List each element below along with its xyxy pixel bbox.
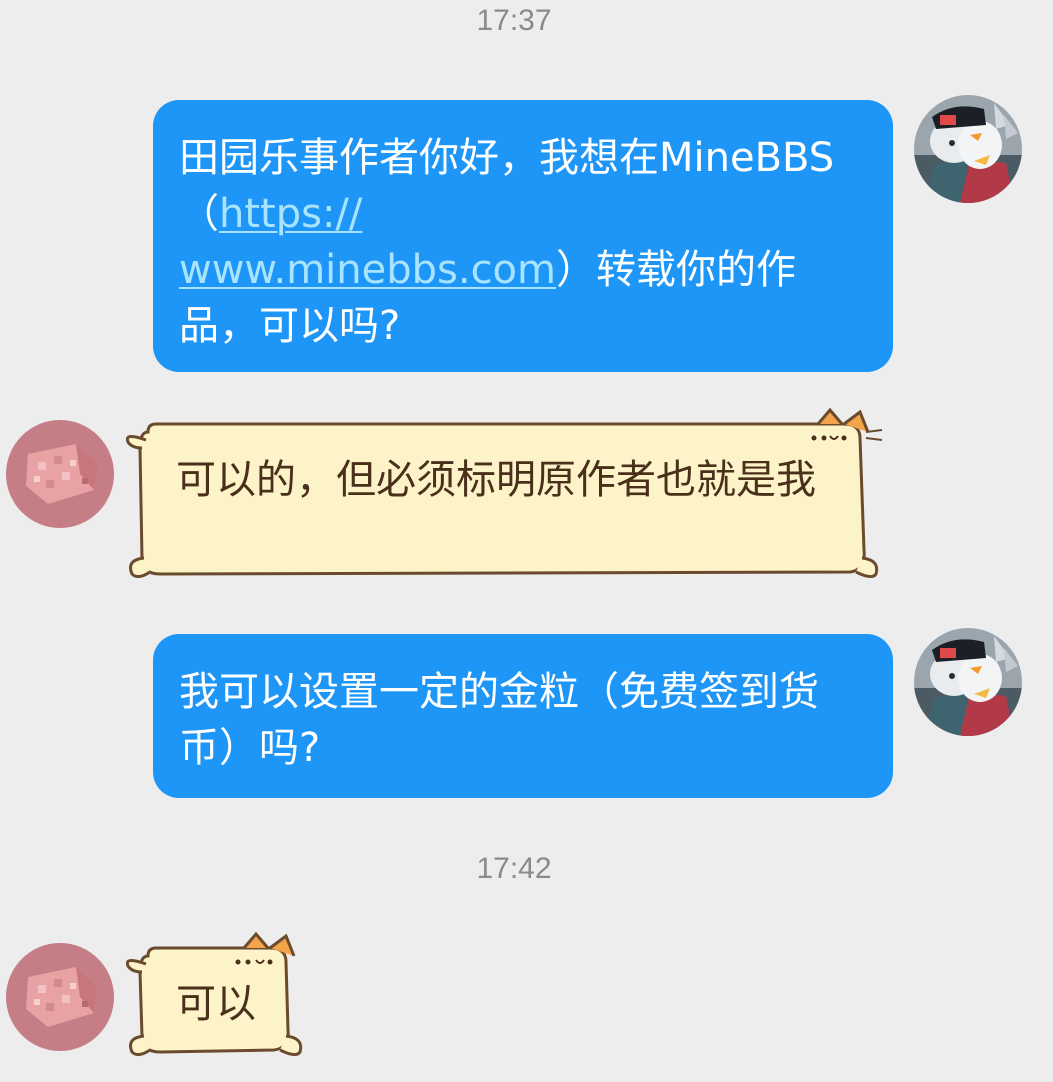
message-text: 我可以设置一定的金粒（免费签到货币）吗? (179, 669, 819, 771)
outgoing-message-bubble[interactable]: 我可以设置一定的金粒（免费签到货币）吗? (153, 634, 893, 798)
wolf-character-avatar-icon (914, 628, 1022, 736)
message-text: 可以的，但必须标明原作者也就是我 (176, 457, 816, 503)
message-link[interactable]: https://www.minebbs.com (179, 191, 556, 293)
pink-cheese-block-avatar-icon (6, 943, 114, 1051)
wolf-character-avatar-icon (914, 95, 1022, 203)
message-timestamp: 17:42 (476, 852, 552, 885)
chat-window: 17:37 田园乐事作者你好，我想在MineBBS（https://www.mi… (0, 0, 1053, 1082)
message-text: 可以 (176, 981, 256, 1027)
message-timestamp: 17:37 (476, 4, 552, 37)
outgoing-message-bubble[interactable]: 田园乐事作者你好，我想在MineBBS（https://www.minebbs.… (153, 100, 893, 372)
incoming-message-bubble[interactable]: 可以的，但必须标明原作者也就是我 (120, 408, 890, 588)
my-avatar[interactable] (914, 95, 1022, 203)
my-avatar[interactable] (914, 628, 1022, 736)
pink-cheese-block-avatar-icon (6, 420, 114, 528)
contact-avatar[interactable] (6, 943, 114, 1051)
contact-avatar[interactable] (6, 420, 114, 528)
message-text: 田园乐事作者你好，我想在MineBBS（https://www.minebbs.… (179, 130, 869, 354)
incoming-message-bubble[interactable]: 可以 (120, 932, 310, 1062)
